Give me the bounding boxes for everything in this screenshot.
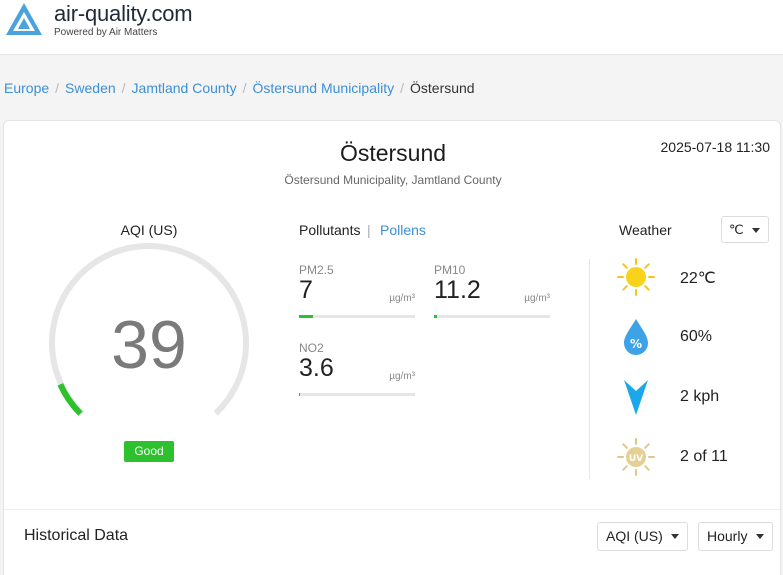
breadcrumb-ostersund-municipality[interactable]: Östersund Municipality [252,80,394,96]
historical-metric-select[interactable]: AQI (US) [597,522,688,551]
pollutant-level-track [299,393,415,396]
pollutant-level-fill [434,315,437,318]
pollutant-level-track [434,315,550,318]
breadcrumb-separator: / [121,80,126,96]
historical-interval-select[interactable]: Hourly [698,522,773,551]
sun-icon [617,258,655,296]
weather-humidity: % 60% [616,317,776,357]
breadcrumb-separator: / [242,80,247,96]
historical-interval-value: Hourly [707,528,748,544]
section-divider [589,259,590,479]
pollutant-name: PM10 [434,263,466,277]
pollutant-unit: µg/m³ [389,371,415,382]
historical-metric-value: AQI (US) [606,528,663,544]
humidity-value: 60% [680,328,713,345]
breadcrumb-current: Östersund [410,80,475,96]
pollutant-unit: µg/m³ [389,293,415,304]
pollutant-value: 3.6 [299,354,334,382]
pollutant-name: PM2.5 [299,263,334,277]
pollutant-no2[interactable]: NO2 3.6 µg/m³ [299,341,415,401]
humidity-icon: % [624,319,648,355]
breadcrumb-separator: / [400,80,404,96]
breadcrumb-sweden[interactable]: Sweden [65,80,116,96]
pollutant-unit: µg/m³ [524,293,550,304]
top-bar: air-quality.com Powered by Air Matters [0,0,783,55]
pollutant-value: 7 [299,276,313,304]
temperature-value: 22℃ [680,270,716,287]
pollutant-level-fill [299,315,313,318]
tab-separator: | [367,222,371,238]
site-subtitle: Powered by Air Matters [54,27,158,38]
aqi-status-badge: Good [124,441,174,462]
pollutant-pm10[interactable]: PM10 11.2 µg/m³ [434,263,550,323]
uv-index-value: 2 of 11 [680,448,728,465]
updated-datetime: 2025-07-18 11:30 [660,139,771,155]
chevron-down-icon [671,534,679,539]
breadcrumb-separator: / [55,80,60,96]
aqi-value: 39 [111,307,187,383]
pollutant-value: 11.2 [434,276,481,304]
weather-uv: UV 2 of 11 [616,437,776,477]
section-divider [4,509,780,510]
air-quality-logo-icon[interactable] [4,1,44,37]
breadcrumb-jamtland-county[interactable]: Jamtland County [132,80,237,96]
temperature-unit-select[interactable]: ℃ [721,216,769,243]
region-subtitle: Östersund Municipality, Jamtland County [284,173,502,187]
historical-data-title: Historical Data [24,527,129,544]
wind-icon [624,380,648,415]
wind-value: 2 kph [680,388,720,405]
temperature-unit-value: ℃ [729,222,744,237]
aqi-label: AQI (US) [120,222,178,238]
breadcrumb-europe[interactable]: Europe [4,80,49,96]
breadcrumb: Europe / Sweden / Jamtland County / Öste… [4,80,475,96]
aqi-gauge-fill [57,383,83,416]
pollutant-pm25[interactable]: PM2.5 7 µg/m³ [299,263,415,323]
tab-pollutants[interactable]: Pollutants [299,222,360,238]
weather-wind: 2 kph [616,377,776,417]
svg-text:%: % [630,337,642,351]
uv-icon: UV [617,438,655,476]
pollutant-level-track [299,315,415,318]
aqi-card: Östersund Östersund Municipality, Jamtla… [3,120,781,575]
pollutant-name: NO2 [299,341,324,355]
svg-text:UV: UV [629,454,643,464]
weather-label: Weather [619,222,672,238]
chevron-down-icon [752,228,760,233]
site-title[interactable]: air-quality.com [54,1,193,27]
tab-pollens[interactable]: Pollens [380,222,426,238]
chevron-down-icon [756,534,764,539]
weather-temperature: 22℃ [616,257,776,297]
pollutant-level-fill [299,393,300,396]
